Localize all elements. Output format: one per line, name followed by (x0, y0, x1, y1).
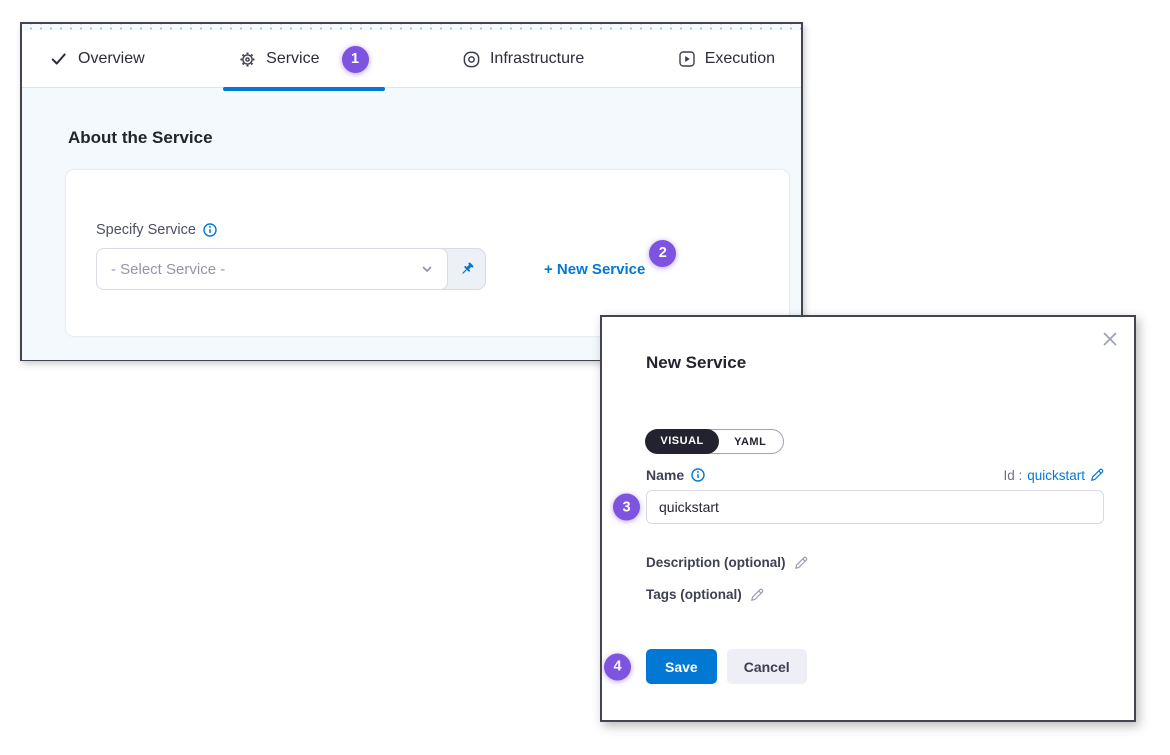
new-service-link[interactable]: + New Service 2 (544, 261, 645, 278)
id-value: quickstart (1027, 468, 1085, 483)
tab-execution-label: Execution (705, 50, 775, 68)
save-button[interactable]: Save (646, 649, 717, 684)
pin-icon (458, 261, 475, 278)
chevron-down-icon (420, 262, 434, 276)
description-label: Description (optional) (646, 555, 786, 570)
specify-service-label: Specify Service (96, 222, 196, 238)
toggle-yaml[interactable]: YAML (717, 431, 783, 453)
tab-overview[interactable]: Overview (50, 50, 145, 68)
pencil-icon (794, 556, 808, 570)
canvas-dots-strip (22, 24, 801, 31)
tags-toggle[interactable]: Tags (optional) (646, 587, 1104, 602)
check-icon (50, 50, 68, 68)
pipeline-stage-panel: Overview Service 1 Infrastructure Ex (20, 22, 803, 361)
close-icon (1099, 328, 1121, 350)
pencil-icon (750, 588, 764, 602)
info-icon[interactable] (203, 223, 217, 237)
name-label: Name (646, 467, 684, 483)
play-square-icon (679, 51, 695, 67)
new-service-modal: New Service VISUAL YAML Name Id : quicks… (600, 315, 1136, 722)
close-button[interactable] (1096, 325, 1124, 353)
specify-service-card: Specify Service - Select Service - (66, 170, 789, 336)
modal-title: New Service (646, 353, 1104, 373)
pin-service-button[interactable] (447, 249, 485, 289)
tab-infrastructure-label: Infrastructure (490, 50, 584, 68)
gear-icon (239, 51, 256, 68)
tab-service-label: Service (266, 50, 319, 68)
tab-service[interactable]: Service 1 (239, 46, 368, 73)
tab-overview-label: Overview (78, 50, 145, 68)
service-id-row[interactable]: Id : quickstart (1003, 468, 1104, 483)
annotation-step-4: 4 (604, 653, 631, 680)
cancel-button[interactable]: Cancel (727, 649, 807, 684)
tags-label: Tags (optional) (646, 587, 742, 602)
section-heading: About the Service (68, 128, 789, 148)
annotation-step-1: 1 (342, 46, 369, 73)
id-prefix-label: Id : (1003, 468, 1022, 483)
description-toggle[interactable]: Description (optional) (646, 555, 1104, 570)
screenshot-stage: Overview Service 1 Infrastructure Ex (0, 0, 1170, 755)
service-select[interactable]: - Select Service - (96, 248, 448, 290)
toggle-visual[interactable]: VISUAL (645, 429, 718, 454)
service-select-placeholder: - Select Service - (111, 261, 225, 278)
annotation-step-2: 2 (649, 240, 676, 267)
target-ring-icon (463, 51, 480, 68)
tab-execution[interactable]: Execution (679, 50, 775, 68)
visual-yaml-toggle: VISUAL YAML (646, 429, 784, 454)
annotation-step-3: 3 (613, 494, 640, 521)
info-icon[interactable] (691, 468, 705, 482)
service-select-group: - Select Service - (96, 248, 486, 290)
pencil-icon[interactable] (1090, 468, 1104, 482)
new-service-link-label: + New Service (544, 261, 645, 278)
stage-tab-bar: Overview Service 1 Infrastructure Ex (22, 31, 801, 88)
service-name-input[interactable] (646, 490, 1104, 524)
tab-infrastructure[interactable]: Infrastructure (463, 50, 584, 68)
